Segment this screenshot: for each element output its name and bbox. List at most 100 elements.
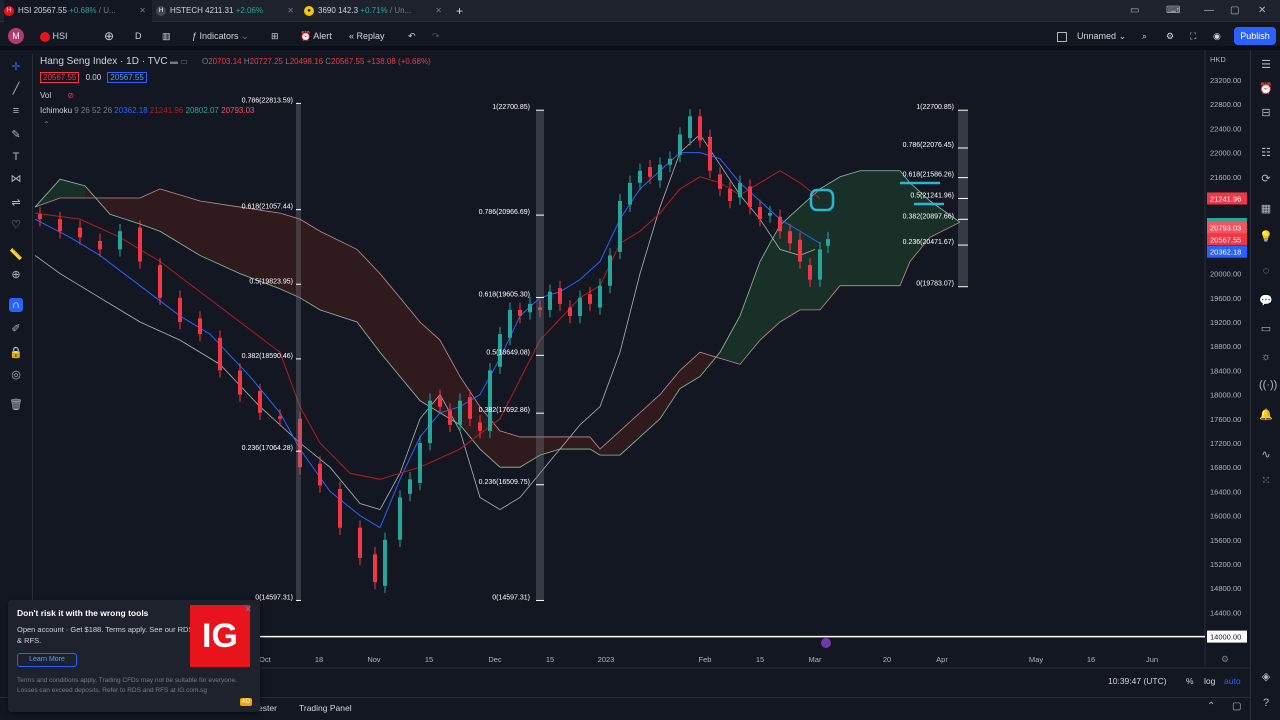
learn-more-button[interactable]: Learn More (17, 653, 77, 667)
candle-body (548, 291, 552, 310)
fib-level-label: 0.382(18590.46) (242, 353, 293, 360)
data-window-icon[interactable]: ⊟ (1259, 106, 1273, 120)
close-icon[interactable]: ✕ (139, 0, 146, 22)
search-icon[interactable]: ⌕ (1142, 22, 1147, 50)
auto-toggle[interactable]: auto (1224, 676, 1241, 686)
legend-toggle-icon[interactable]: ▬ ▭ (170, 57, 188, 66)
ideas-icon[interactable]: 💡 (1259, 230, 1273, 244)
gear-icon[interactable]: ⚙ (1166, 22, 1174, 50)
log-toggle[interactable]: log (1204, 676, 1215, 686)
tab-3690[interactable]: ● 3690 142.3 +0.71% / Un... ✕ (304, 0, 448, 22)
tab-hstech[interactable]: H HSTECH 4211.31 +2.06% ✕ (156, 0, 300, 22)
list-icon[interactable]: ☷ (1259, 146, 1273, 160)
axis-settings-icon[interactable]: ⚙ (1221, 654, 1229, 665)
signal-icon[interactable]: ☼ (1259, 350, 1273, 364)
brush-icon[interactable]: ✎ (9, 128, 23, 142)
indicators-button[interactable]: ƒ Indicators ⌄ (192, 22, 249, 50)
streams-icon[interactable]: ◌ (1259, 264, 1273, 278)
ichimoku-cloud-segment (760, 225, 780, 341)
time-tick: May (1029, 655, 1043, 664)
hidden-icon[interactable]: ⊘ (67, 91, 74, 100)
percent-toggle[interactable]: % (1186, 676, 1194, 686)
price-tick: 18800.00 (1210, 342, 1241, 351)
maximize-icon[interactable]: ▢ (1230, 0, 1239, 22)
hotlist-icon[interactable]: ⟳ (1259, 172, 1273, 186)
alert-button[interactable]: ⏰ Alert (300, 22, 332, 50)
crosshair-icon[interactable]: ✛ (9, 60, 23, 74)
price-tick: 16000.00 (1210, 512, 1241, 521)
candle-body (428, 400, 432, 443)
help-icon[interactable]: ? (1259, 696, 1273, 710)
trash-icon[interactable]: 🗑 (9, 398, 23, 412)
collapse-legend-icon[interactable]: ⌃ (43, 120, 50, 129)
ichimoku-cloud-segment (660, 370, 680, 419)
ad-popup[interactable]: Don't risk it with the wrong tools Open … (8, 600, 260, 712)
top-toolbar: M HSI ⊕ D ▥ ƒ Indicators ⌄ ⊞ ⏰ Alert « R… (0, 22, 1280, 50)
broadcast-icon[interactable]: ((·)) (1259, 378, 1277, 392)
watchlist-icon[interactable]: ☰ (1259, 58, 1273, 72)
messages-icon[interactable]: ▭ (1259, 322, 1273, 336)
undo-icon[interactable]: ↶ (408, 22, 416, 50)
close-icon[interactable]: ✕ (287, 0, 294, 22)
publish-button[interactable]: Publish (1234, 27, 1276, 45)
avatar[interactable]: M (8, 28, 24, 44)
chevron-up-icon[interactable]: ⌃ (1207, 701, 1215, 712)
strategy-tester-tab[interactable]: ester (258, 703, 277, 713)
forecast-icon[interactable]: ⇌ (9, 196, 23, 210)
redo-icon[interactable]: ↷ (432, 22, 440, 50)
grid-icon[interactable]: ⁙ (1259, 474, 1273, 488)
calendar-icon[interactable]: ▦ (1259, 202, 1273, 216)
text-icon[interactable]: T (9, 150, 23, 164)
fib-retracement-icon[interactable]: ≡ (9, 104, 23, 118)
candle-body (198, 318, 202, 335)
layers-icon[interactable]: ◈ (1259, 670, 1273, 684)
magnet-icon[interactable]: ∩ (9, 298, 23, 312)
heart-icon[interactable]: ♡ (9, 218, 23, 232)
maximize-panel-icon[interactable]: ▢ (1232, 701, 1241, 712)
bell-icon[interactable]: 🔔 (1259, 408, 1273, 422)
close-icon[interactable]: ✕ (435, 0, 442, 22)
new-tab-button[interactable]: + (456, 0, 470, 22)
layout-button[interactable]: Unnamed ⌄ (1057, 22, 1126, 50)
ask-value[interactable]: 20567.55 (107, 72, 147, 83)
ruler-icon[interactable]: 📏 (9, 248, 23, 262)
candle-body (708, 136, 712, 171)
replay-button[interactable]: « Replay (349, 22, 385, 50)
candle-body (508, 309, 512, 338)
keyboard-icon[interactable]: ⌨ (1166, 0, 1180, 22)
templates-icon[interactable]: ⊞ (271, 22, 279, 50)
candles-icon[interactable]: ▥ (162, 22, 171, 50)
window-close-icon[interactable]: ✕ (1258, 0, 1266, 22)
ichimoku-cloud-segment (900, 170, 910, 286)
candle-body (678, 134, 682, 156)
pulse-icon[interactable]: ∿ (1259, 448, 1273, 462)
chat-icon[interactable]: 💬 (1259, 294, 1273, 308)
clock[interactable]: 10:39:47 (UTC) (1108, 676, 1167, 686)
pattern-icon[interactable]: ⋈ (9, 172, 23, 186)
tab-change: +0.68% (69, 6, 97, 15)
tab-hsi[interactable]: H HSI 20567.55 +0.68% / U... ✕ (4, 0, 152, 22)
fullscreen-icon[interactable]: ⛶ (1190, 22, 1196, 50)
zoom-in-icon[interactable]: ⊕ (9, 268, 23, 282)
trading-panel-tab[interactable]: Trading Panel (299, 703, 352, 713)
ichimoku-cloud-segment (860, 170, 880, 286)
candle-body (568, 307, 572, 316)
time-tick: Feb (699, 655, 712, 664)
candle-body (158, 265, 162, 298)
price-tick: 15200.00 (1210, 560, 1241, 569)
bid-value[interactable]: 20567.55 (40, 72, 80, 83)
close-icon[interactable]: ✕ (244, 604, 252, 615)
candle-body (468, 397, 472, 419)
lock-drawing-icon[interactable]: ✐ (9, 322, 23, 336)
interval-button[interactable]: D (135, 22, 142, 50)
ad-badge: AD (239, 698, 252, 706)
lock-icon[interactable]: 🔒 (9, 346, 23, 360)
trend-line-icon[interactable]: ╱ (9, 82, 23, 96)
symbol-search-button[interactable]: HSI (40, 22, 68, 50)
screens-icon[interactable]: ▭ (1130, 0, 1139, 22)
add-symbol-icon[interactable]: ⊕ (104, 22, 114, 50)
camera-icon[interactable]: ◉ (1213, 22, 1221, 50)
alarm-clock-icon[interactable]: ⏰ (1259, 82, 1273, 96)
minimize-icon[interactable]: — (1204, 0, 1214, 22)
eye-icon[interactable]: ◎ (9, 368, 23, 382)
